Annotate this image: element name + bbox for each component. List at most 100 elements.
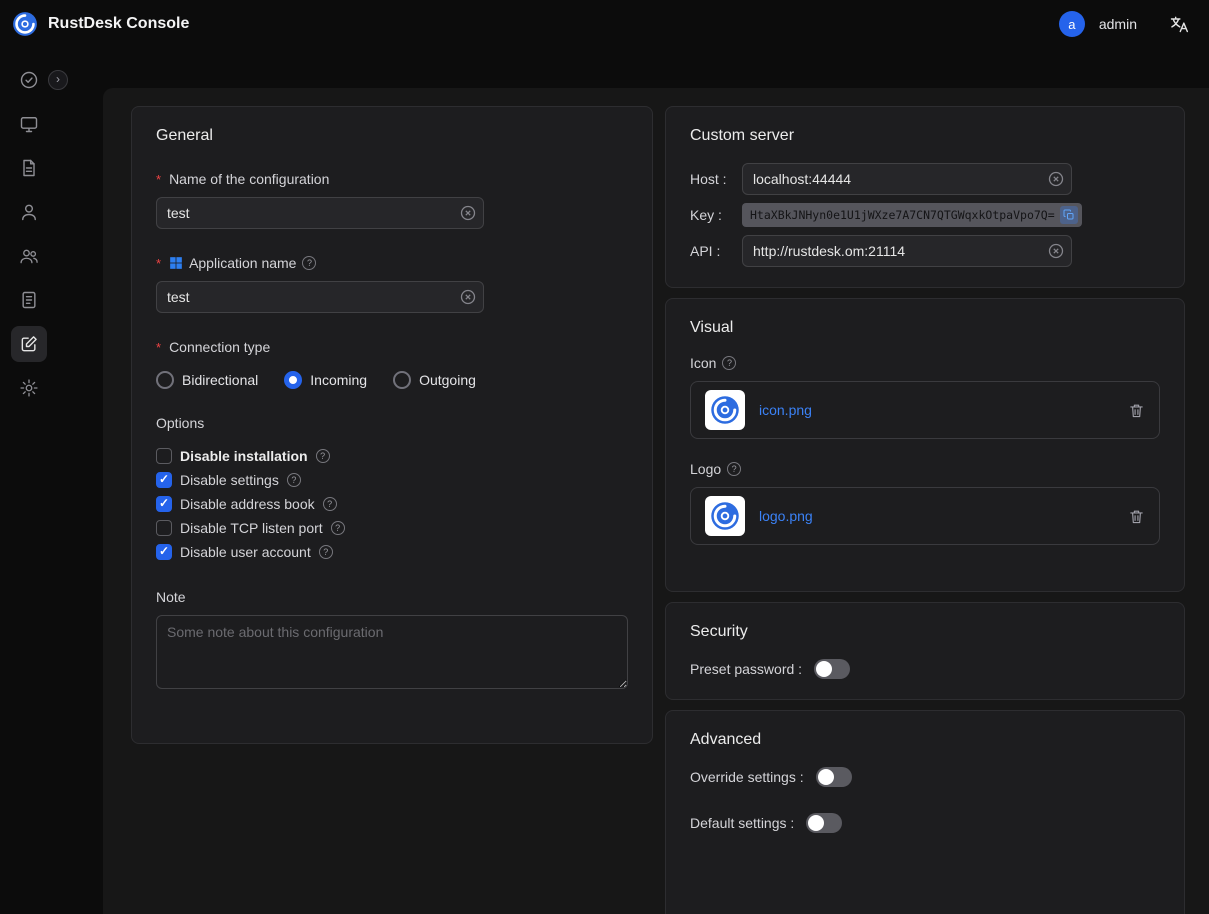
help-icon[interactable]: ? <box>316 449 330 463</box>
sidebar-item-devices[interactable] <box>11 106 47 142</box>
logo-filename-link[interactable]: logo.png <box>759 508 813 524</box>
help-icon[interactable]: ? <box>727 462 741 476</box>
preset-password-row: Preset password : <box>690 659 1160 679</box>
connection-type-label: * Connection type <box>156 339 628 355</box>
note-label: Note <box>156 589 628 605</box>
override-settings-toggle[interactable] <box>816 767 852 787</box>
name-input-wrap <box>156 197 484 229</box>
required-asterisk: * <box>156 172 161 187</box>
host-input-wrap <box>742 163 1072 195</box>
key-value: HtaXBkJNHyn0e1U1jWXze7A7CN7QTGWqxkOtpaVp… <box>750 208 1056 222</box>
help-icon[interactable]: ? <box>722 356 736 370</box>
security-panel: Security Preset password : <box>665 602 1185 700</box>
connection-type-radios: Bidirectional Incoming Outgoing <box>156 371 628 389</box>
name-label: * Name of the configuration <box>156 171 628 187</box>
custom-server-title: Custom server <box>690 127 1160 145</box>
clear-icon[interactable] <box>1048 243 1064 259</box>
help-icon[interactable]: ? <box>319 545 333 559</box>
radio-bidirectional[interactable]: Bidirectional <box>156 371 258 389</box>
key-label: Key : <box>690 207 742 223</box>
check-circle-icon <box>19 70 39 90</box>
default-settings-row: Default settings : <box>690 813 1160 833</box>
rustdesk-logo-icon <box>12 11 38 37</box>
required-asterisk: * <box>156 340 161 355</box>
options-list: Disable installation ? Disable settings … <box>156 445 628 563</box>
advanced-title: Advanced <box>690 731 1160 749</box>
custom-server-panel: Custom server Host : Key : HtaXBkJNHyn0e… <box>665 106 1185 288</box>
key-row: Key : HtaXBkJNHyn0e1U1jWXze7A7CN7QTGWqxk… <box>690 203 1160 227</box>
host-input[interactable] <box>753 171 1043 187</box>
application-name-input-wrap <box>156 281 484 313</box>
key-value-bar: HtaXBkJNHyn0e1U1jWXze7A7CN7QTGWqxkOtpaVp… <box>742 203 1082 227</box>
required-asterisk: * <box>156 256 161 271</box>
application-name-input[interactable] <box>167 289 455 305</box>
preset-password-toggle[interactable] <box>814 659 850 679</box>
sidebar-item-configurations[interactable] <box>11 326 47 362</box>
sidebar-item-groups[interactable] <box>11 238 47 274</box>
icon-thumbnail <box>705 390 745 430</box>
right-column: Custom server Host : Key : HtaXBkJNHyn0e… <box>665 106 1185 914</box>
general-title: General <box>156 127 628 145</box>
default-settings-toggle[interactable] <box>806 813 842 833</box>
audit-log-icon <box>19 290 39 310</box>
help-icon[interactable]: ? <box>323 497 337 511</box>
radio-incoming[interactable]: Incoming <box>284 371 367 389</box>
help-icon[interactable]: ? <box>287 473 301 487</box>
checkbox-box[interactable] <box>156 496 172 512</box>
sidebar-item-settings[interactable] <box>11 370 47 406</box>
visual-title: Visual <box>690 319 1160 337</box>
security-title: Security <box>690 623 1160 641</box>
icon-label: Icon ? <box>690 355 1160 371</box>
trash-icon[interactable] <box>1128 402 1145 419</box>
users-icon <box>19 246 39 266</box>
clear-icon[interactable] <box>460 205 476 221</box>
radio-circle[interactable] <box>156 371 174 389</box>
checkbox-box[interactable] <box>156 544 172 560</box>
copy-icon[interactable] <box>1060 206 1078 224</box>
logo-label: Logo ? <box>690 461 1160 477</box>
advanced-panel: Advanced Override settings : Default set… <box>665 710 1185 914</box>
name-input[interactable] <box>167 205 455 221</box>
checkbox-disable-settings[interactable]: Disable settings ? <box>156 469 628 491</box>
general-panel: General * Name of the configuration * Ap… <box>131 106 653 744</box>
note-textarea[interactable] <box>156 615 628 689</box>
sidebar-item-documents[interactable] <box>11 150 47 186</box>
override-settings-label: Override settings : <box>690 769 804 785</box>
clear-icon[interactable] <box>1048 171 1064 187</box>
api-input[interactable] <box>753 243 1043 259</box>
logo-thumbnail <box>705 496 745 536</box>
checkbox-disable-installation[interactable]: Disable installation ? <box>156 445 628 467</box>
default-settings-label: Default settings : <box>690 815 794 831</box>
checkbox-disable-user-account[interactable]: Disable user account ? <box>156 541 628 563</box>
logo-filebox: logo.png <box>690 487 1160 545</box>
main-content: General * Name of the configuration * Ap… <box>103 88 1209 914</box>
icon-filename-link[interactable]: icon.png <box>759 402 812 418</box>
sidebar-item-status[interactable] <box>11 62 47 98</box>
gear-icon <box>19 378 39 398</box>
avatar[interactable]: a <box>1059 11 1085 37</box>
checkbox-disable-tcp-listen-port[interactable]: Disable TCP listen port ? <box>156 517 628 539</box>
sidebar-item-audit[interactable] <box>11 282 47 318</box>
translate-icon[interactable] <box>1169 14 1189 34</box>
api-label: API : <box>690 243 742 259</box>
monitor-icon <box>19 114 39 134</box>
sidebar <box>0 48 58 914</box>
host-row: Host : <box>690 163 1160 195</box>
clear-icon[interactable] <box>460 289 476 305</box>
app-title: RustDesk Console <box>48 15 189 33</box>
checkbox-box[interactable] <box>156 520 172 536</box>
radio-circle[interactable] <box>284 371 302 389</box>
sidebar-item-users[interactable] <box>11 194 47 230</box>
help-icon[interactable]: ? <box>302 256 316 270</box>
sidebar-expand-button[interactable]: › <box>48 70 68 90</box>
radio-outgoing[interactable]: Outgoing <box>393 371 476 389</box>
checkbox-box[interactable] <box>156 472 172 488</box>
radio-circle[interactable] <box>393 371 411 389</box>
checkbox-box[interactable] <box>156 448 172 464</box>
username[interactable]: admin <box>1099 16 1137 32</box>
trash-icon[interactable] <box>1128 508 1145 525</box>
checkbox-disable-address-book[interactable]: Disable address book ? <box>156 493 628 515</box>
windows-icon <box>169 256 183 270</box>
host-label: Host : <box>690 171 742 187</box>
help-icon[interactable]: ? <box>331 521 345 535</box>
